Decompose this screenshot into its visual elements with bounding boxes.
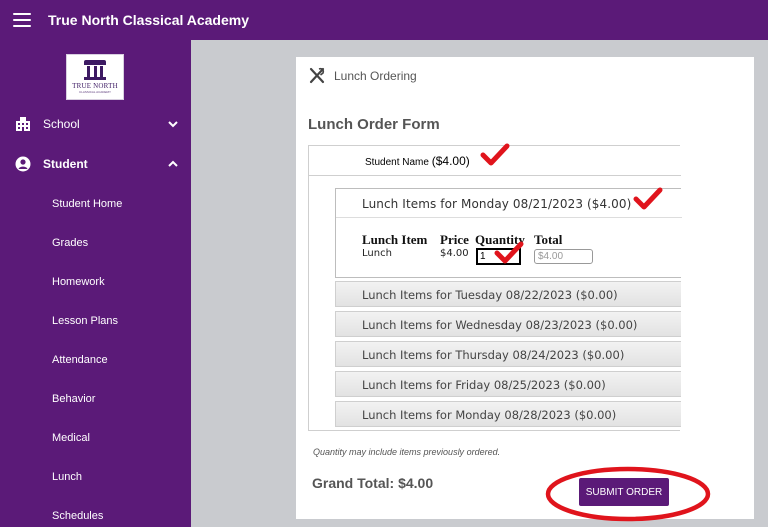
logo-building-icon	[84, 60, 106, 80]
lunch-ordering-card: Lunch Ordering Lunch Order Form Student …	[296, 57, 754, 519]
grand-total: Grand Total: $4.00	[312, 475, 434, 491]
day-panel-collapsed[interactable]: Lunch Items for Tuesday 08/22/2023 ($0.0…	[335, 281, 681, 307]
day-panel-label: Lunch Items for Thursday 08/24/2023 ($0.…	[362, 348, 625, 362]
menu-icon[interactable]	[13, 13, 31, 27]
sidebar-subitem-grades[interactable]: Grades	[52, 237, 88, 249]
sidebar-item-label: Student	[43, 157, 88, 171]
sidebar-subitem-attendance[interactable]: Attendance	[52, 354, 108, 366]
col-header-price: Price	[440, 232, 469, 247]
cell-lunch-item: Lunch	[362, 248, 392, 259]
sidebar-item-student[interactable]: Student	[0, 149, 191, 179]
day-panel-label: Lunch Items for Monday 08/28/2023 ($0.00…	[362, 408, 617, 422]
sidebar-subitem-lunch[interactable]: Lunch	[52, 471, 82, 483]
red-checkmark-icon	[480, 143, 510, 166]
col-header-lunch-item: Lunch Item	[362, 232, 428, 247]
divider	[309, 175, 681, 176]
day-panel-label: Lunch Items for Friday 08/25/2023 ($0.00…	[362, 378, 606, 392]
chevron-up-icon	[168, 160, 178, 167]
card-header: Lunch Ordering	[308, 67, 417, 85]
day-panel-collapsed[interactable]: Lunch Items for Monday 08/28/2023 ($0.00…	[335, 401, 681, 427]
page-title: Lunch Order Form	[308, 116, 440, 133]
red-checkmark-icon	[633, 187, 663, 210]
day-panel-header[interactable]: Lunch Items for Monday 08/21/2023 ($4.00…	[362, 197, 631, 211]
sidebar-item-label: School	[43, 117, 80, 131]
red-checkmark-icon	[494, 241, 524, 264]
day-panel-collapsed[interactable]: Lunch Items for Thursday 08/24/2023 ($0.…	[335, 341, 681, 367]
divider	[336, 217, 682, 218]
total-field: $4.00	[534, 249, 593, 264]
chevron-down-icon	[168, 121, 178, 128]
utensils-icon	[309, 67, 325, 84]
day-panel-label: Lunch Items for Wednesday 08/23/2023 ($0…	[362, 318, 638, 332]
card-header-title: Lunch Ordering	[334, 69, 417, 83]
logo-text: TRUE NORTH	[72, 82, 118, 90]
quantity-note: Quantity may include items previously or…	[313, 447, 501, 457]
logo-subtext: CLASSICAL ACADEMY	[79, 90, 111, 94]
sidebar-subitem-lesson-plans[interactable]: Lesson Plans	[52, 315, 118, 327]
sidebar-subitem-schedules[interactable]: Schedules	[52, 510, 103, 522]
person-icon	[15, 156, 31, 172]
col-header-total: Total	[534, 232, 563, 247]
student-total: ($4.00)	[431, 154, 470, 168]
student-panel: Student Name ($4.00) Lunch Items for Mon…	[308, 145, 682, 431]
red-highlight-oval	[545, 466, 711, 522]
student-name-label: Student Name	[365, 157, 429, 168]
sidebar-subitem-behavior[interactable]: Behavior	[52, 393, 95, 405]
day-panel-collapsed[interactable]: Lunch Items for Friday 08/25/2023 ($0.00…	[335, 371, 681, 397]
school-logo[interactable]: TRUE NORTH CLASSICAL ACADEMY	[66, 54, 124, 100]
building-icon	[16, 117, 30, 131]
cell-price: $4.00	[440, 248, 469, 259]
sidebar-subitem-medical[interactable]: Medical	[52, 432, 90, 444]
app-title: True North Classical Academy	[48, 12, 250, 28]
sidebar: TRUE NORTH CLASSICAL ACADEMY School Stud…	[0, 40, 191, 527]
sidebar-item-school[interactable]: School	[0, 109, 191, 139]
sidebar-subitem-homework[interactable]: Homework	[52, 276, 105, 288]
sidebar-subitem-student-home[interactable]: Student Home	[52, 198, 122, 210]
student-name-header[interactable]: Student Name ($4.00)	[365, 154, 470, 168]
top-app-bar: True North Classical Academy	[0, 0, 768, 40]
day-panel-collapsed[interactable]: Lunch Items for Wednesday 08/23/2023 ($0…	[335, 311, 681, 337]
day-panel-label: Lunch Items for Tuesday 08/22/2023 ($0.0…	[362, 288, 618, 302]
